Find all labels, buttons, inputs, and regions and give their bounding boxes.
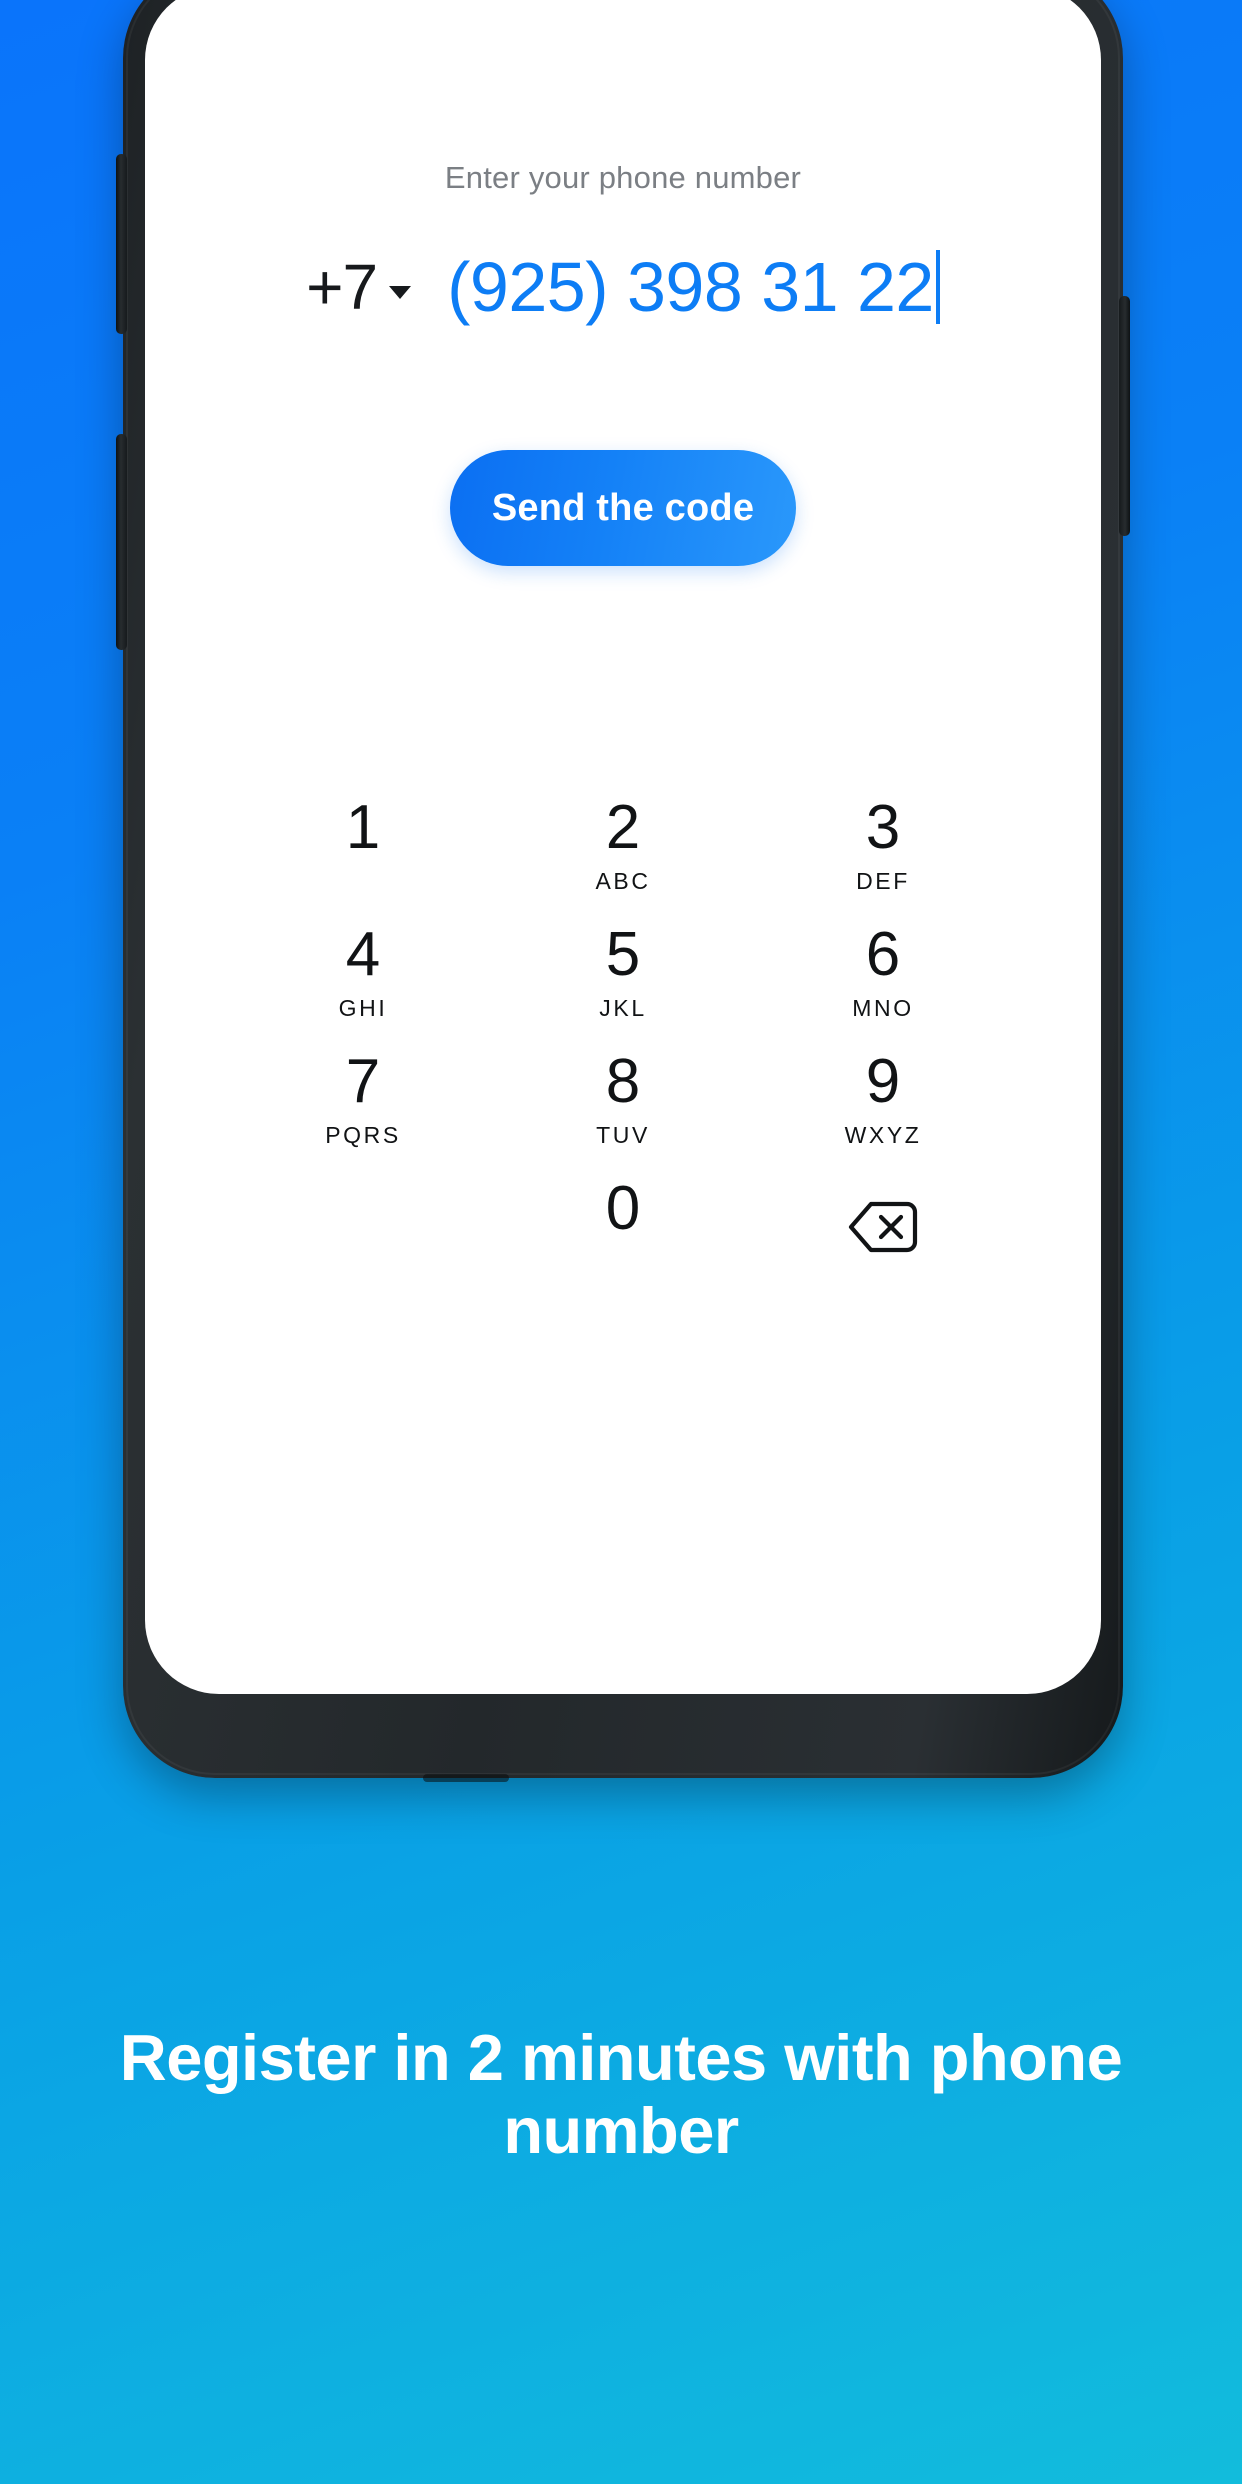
phone-screen: Enter your phone number +7 (925) 398 31 … [145, 0, 1101, 1694]
volume-down-button[interactable] [116, 434, 127, 650]
keypad-key-blank [233, 1163, 493, 1290]
keypad-letters: WXYZ [844, 1122, 922, 1148]
keypad-key-2[interactable]: 2 ABC [493, 782, 753, 909]
backspace-icon [847, 1200, 919, 1254]
speaker-nub [423, 1774, 509, 1782]
phone-number-hint-label: Enter your phone number [444, 160, 802, 195]
keypad-key-1[interactable]: 1 [233, 782, 493, 909]
keypad-key-0[interactable]: 0 [493, 1163, 753, 1290]
phone-number-value: (925) 398 31 22 [447, 248, 934, 326]
keypad-letters: JKL [599, 995, 647, 1021]
keypad-letters: DEF [856, 868, 910, 894]
keypad-letters: PQRS [325, 1122, 401, 1148]
keypad-digit: 0 [605, 1174, 641, 1243]
keypad-key-3[interactable]: 3 DEF [753, 782, 1013, 909]
keypad-key-backspace[interactable] [753, 1163, 1013, 1290]
keypad-key-7[interactable]: 7 PQRS [233, 1036, 493, 1163]
keypad-key-5[interactable]: 5 JKL [493, 909, 753, 1036]
keypad-letters: GHI [338, 995, 388, 1021]
chevron-down-icon[interactable] [389, 285, 412, 299]
country-code-label: +7 [306, 251, 378, 323]
send-the-code-button[interactable]: Send the code [450, 450, 796, 566]
power-button[interactable] [1119, 296, 1130, 536]
keypad-letters: MNO [852, 995, 914, 1021]
keypad-digit: 6 [865, 920, 901, 989]
keypad-digit: 9 [865, 1047, 901, 1116]
promo-caption: Register in 2 minutes with phone number [119, 2021, 1123, 2167]
keypad-letters: TUV [596, 1122, 650, 1148]
keypad-digit: 7 [345, 1047, 381, 1116]
keypad-digit: 1 [345, 793, 381, 862]
country-code-selector[interactable]: +7 [306, 251, 412, 323]
keypad-key-9[interactable]: 9 WXYZ [753, 1036, 1013, 1163]
phone-entry-row: +7 (925) 398 31 22 [145, 232, 1101, 342]
keypad-digit: 8 [605, 1047, 641, 1116]
keypad-digit: 5 [605, 920, 641, 989]
registration-screen: Enter your phone number +7 (925) 398 31 … [145, 0, 1101, 1694]
keypad-digit: 3 [865, 793, 901, 862]
phone-mockup: Enter your phone number +7 (925) 398 31 … [116, 0, 1130, 1782]
volume-up-button[interactable] [116, 154, 127, 334]
keypad-key-4[interactable]: 4 GHI [233, 909, 493, 1036]
keypad-letters: ABC [595, 868, 651, 894]
text-cursor [935, 250, 940, 324]
phone-number-input[interactable]: (925) 398 31 22 [447, 250, 940, 324]
caption-block: Register in 2 minutes with phone number [0, 2021, 1242, 2168]
keypad-key-8[interactable]: 8 TUV [493, 1036, 753, 1163]
keypad-key-6[interactable]: 6 MNO [753, 909, 1013, 1036]
keypad-digit: 4 [345, 920, 381, 989]
dial-keypad: 1 2 ABC 3 DEF 4 GHI 5 JKL 6 MNO 7 PQRS 8… [233, 782, 1013, 1290]
keypad-digit: 2 [605, 793, 641, 862]
